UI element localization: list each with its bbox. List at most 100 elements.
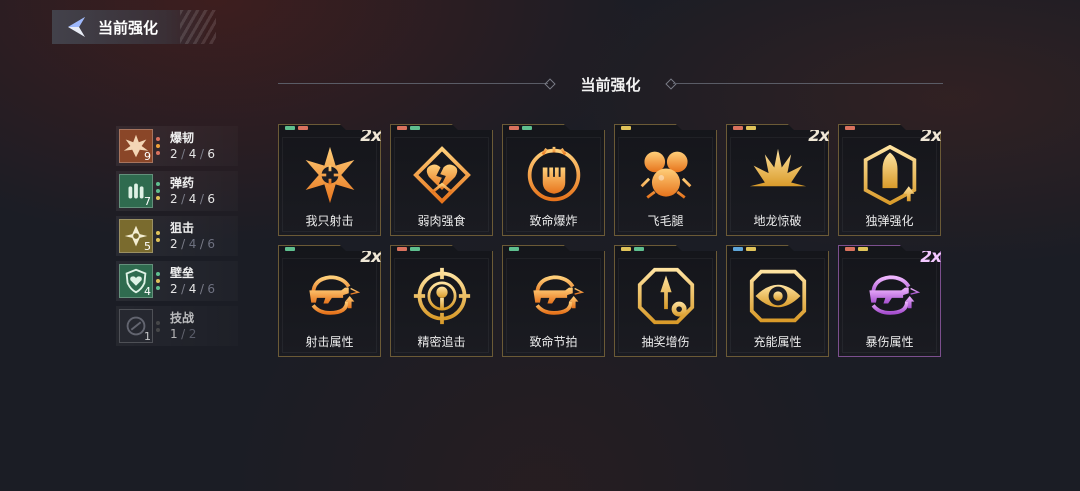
tag-chip [621, 126, 631, 130]
section-title: 当前强化 [580, 76, 641, 94]
synergy-name: 弹药 [170, 175, 195, 190]
tag-chip [285, 247, 295, 251]
level-threshold: 4 [188, 236, 197, 251]
crosshair-star-icon [305, 146, 354, 204]
synergy-badge: 9 [119, 129, 153, 163]
lottery-arrow-icon [637, 267, 694, 325]
synergy-name: 爆韧 [170, 130, 195, 145]
level-separator: / [199, 281, 205, 296]
rarity-tags [285, 247, 295, 251]
rarity-tags [845, 126, 855, 130]
level-threshold: 2 [188, 326, 197, 341]
tag-chip [858, 247, 868, 251]
divider-right [673, 83, 943, 84]
tag-chip [509, 247, 519, 251]
tag-chip [746, 126, 756, 130]
synergy-text: 爆韧 2/4/6 [170, 131, 216, 162]
tag-chip [746, 247, 756, 251]
tier-dot [156, 137, 160, 141]
level-separator: / [181, 281, 186, 296]
tag-chip [733, 247, 743, 251]
synergy-name: 狙击 [170, 220, 195, 235]
multiplier-badge: 2x [808, 126, 829, 146]
enhancement-card[interactable]: 2x 地龙惊破 [726, 124, 829, 236]
section-header: 当前强化 [278, 72, 943, 96]
multiplier-badge: 2x [920, 126, 941, 146]
level-threshold: 2 [170, 191, 179, 206]
enhancement-card[interactable]: 2x 独弹强化 [838, 124, 941, 236]
tier-dot [156, 182, 160, 186]
synergy-item[interactable]: 5 狙击 2/4/6 [116, 216, 238, 256]
enhancement-card[interactable]: 弱肉强食 [390, 124, 493, 236]
enhancement-card[interactable]: 抽奖增伤 [614, 245, 717, 357]
synergy-badge: 5 [119, 219, 153, 253]
tier-dot [156, 272, 160, 276]
level-threshold: 2 [170, 146, 179, 161]
bullet-upgrade-icon [863, 145, 916, 205]
level-separator: / [181, 146, 186, 161]
synergy-levels: 2/4/6 [170, 281, 216, 297]
tag-chip [298, 126, 308, 130]
level-separator: / [199, 146, 205, 161]
synergy-dots [156, 312, 162, 340]
rarity-tags [845, 247, 868, 251]
precision-target-icon [413, 267, 470, 325]
synergy-item[interactable]: 1 技战 1/2 [116, 306, 238, 346]
ground-burst-icon [749, 148, 806, 194]
tag-chip [522, 126, 532, 130]
back-button[interactable] [64, 14, 90, 40]
synergy-text: 技战 1/2 [170, 311, 197, 342]
synergy-dots [156, 177, 162, 205]
synergy-text: 狙击 2/4/6 [170, 221, 216, 252]
enhancement-card[interactable]: 2x 暴伤属性 [838, 245, 941, 357]
rarity-tags [285, 126, 308, 130]
card-name: 飞毛腿 [647, 214, 684, 228]
tier-dot [156, 144, 160, 148]
enhancement-card[interactable]: 精密追击 [390, 245, 493, 357]
synergy-levels: 2/4/6 [170, 146, 216, 162]
synergy-item[interactable]: 7 弹药 2/4/6 [116, 171, 238, 211]
level-threshold: 2 [170, 281, 179, 296]
level-threshold: 4 [188, 281, 197, 296]
synergy-item[interactable]: 4 壁垒 2/4/6 [116, 261, 238, 301]
enhancement-grid: 2x 我只射击 弱肉强食 致命爆炸 飞毛腿 2x 地龙惊破 2x 独弹强化 2x 射击属性 精密追击 致… [278, 124, 944, 357]
synergy-item[interactable]: 9 爆韧 2/4/6 [116, 126, 238, 166]
multiplier-badge: 2x [360, 126, 381, 146]
tier-dot [156, 237, 160, 242]
enhancement-card[interactable]: 2x 射击属性 [278, 245, 381, 357]
card-name: 地龙惊破 [753, 214, 802, 228]
tier-dot [156, 320, 160, 325]
level-threshold: 6 [207, 281, 216, 296]
rarity-tags [509, 247, 519, 251]
synergy-count: 7 [144, 195, 151, 208]
card-name: 精密追击 [417, 335, 466, 349]
card-name: 我只射击 [305, 214, 354, 228]
synergy-levels: 1/2 [170, 326, 197, 342]
tag-chip [509, 126, 519, 130]
enhancement-card[interactable]: 飞毛腿 [614, 124, 717, 236]
rarity-tags [733, 247, 756, 251]
tag-chip [397, 126, 407, 130]
tag-chip [845, 126, 855, 130]
tag-chip [621, 247, 631, 251]
card-name: 致命节拍 [529, 335, 578, 349]
tag-chip [410, 247, 420, 251]
enhancement-card[interactable]: 致命节拍 [502, 245, 605, 357]
header-decoration [180, 10, 216, 44]
gun-upgrade-icon [308, 275, 360, 315]
synergy-text: 弹药 2/4/6 [170, 176, 216, 207]
page-title: 当前强化 [98, 18, 159, 37]
tag-chip [410, 126, 420, 130]
gun-rhythm-icon [532, 275, 584, 315]
enhancement-card[interactable]: 充能属性 [726, 245, 829, 357]
level-separator: / [181, 326, 186, 341]
card-name: 致命爆炸 [529, 214, 578, 228]
rarity-tags [509, 126, 532, 130]
rarity-tags [621, 247, 644, 251]
enhancement-card[interactable]: 致命爆炸 [502, 124, 605, 236]
enhancement-card[interactable]: 2x 我只射击 [278, 124, 381, 236]
synergy-name: 技战 [170, 310, 195, 325]
tag-chip [733, 126, 743, 130]
level-separator: / [181, 236, 186, 251]
tier-dot [156, 151, 160, 155]
